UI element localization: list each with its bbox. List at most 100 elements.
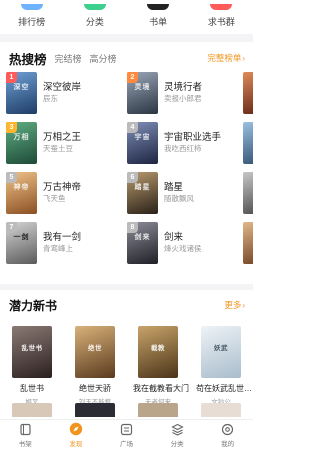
book-title: 苟在妖武乱世… bbox=[196, 384, 252, 393]
book-author: 飞天鱼 bbox=[43, 194, 66, 203]
cover-text: 乱世书 bbox=[21, 345, 43, 352]
book-cover[interactable] bbox=[138, 403, 178, 417]
book-author: 我吃西红柿 bbox=[164, 144, 202, 153]
category-tab-icon bbox=[170, 422, 184, 436]
potential-header: 潜力新书 更多› bbox=[9, 297, 245, 313]
quick-nav-booklist[interactable]: 书单 bbox=[130, 4, 186, 28]
book-author: 天蚕土豆 bbox=[43, 144, 73, 153]
rank-item[interactable]: 剑来 8 剑来 烽火戏诸侯 bbox=[127, 222, 247, 268]
quick-nav-ranking[interactable]: 排行榜 bbox=[4, 4, 60, 28]
full-ranking-label: 完整榜单 bbox=[207, 53, 242, 63]
next-column-cover[interactable] bbox=[243, 172, 253, 214]
profile-icon bbox=[221, 422, 235, 436]
cover-text: 神帝 bbox=[13, 184, 30, 191]
group-icon bbox=[210, 4, 233, 10]
potential-title: 潜力新书 bbox=[9, 298, 58, 313]
tab-bookshelf[interactable]: 书架 bbox=[5, 422, 45, 448]
cover-text: 一剑 bbox=[13, 234, 30, 241]
rank-badge: 6 bbox=[127, 172, 138, 183]
hot-search-section: 热搜榜 完结榜 高分榜 完整榜单› 深空 1 深空彼岸 辰东 万相 3 万相之王… bbox=[0, 42, 253, 284]
rank-item[interactable]: 万相 3 万相之王 天蚕土豆 bbox=[6, 122, 126, 168]
hot-search-title: 热搜榜 bbox=[9, 52, 47, 67]
tab-label: 分类 bbox=[170, 441, 184, 448]
more-link[interactable]: 更多› bbox=[224, 299, 245, 311]
cover-text: 截教 bbox=[151, 345, 165, 352]
book-cover: 神帝 5 bbox=[6, 172, 37, 214]
bookshelf-icon bbox=[18, 422, 32, 436]
rank-badge: 2 bbox=[127, 72, 138, 83]
cover-text: 绝世 bbox=[88, 345, 102, 352]
book-cover: 踏星 6 bbox=[127, 172, 158, 214]
cover-text: 宇宙 bbox=[134, 134, 151, 141]
full-ranking-link[interactable]: 完整榜单› bbox=[207, 52, 245, 64]
book-title: 乱世书 bbox=[20, 384, 44, 393]
book-cover: 万相 3 bbox=[6, 122, 37, 164]
tab-high-score-ranking[interactable]: 高分榜 bbox=[90, 52, 117, 65]
quick-nav-category[interactable]: 分类 bbox=[67, 4, 123, 28]
rank-badge: 7 bbox=[6, 222, 17, 233]
next-column-cover[interactable] bbox=[243, 222, 253, 264]
book-cover: 剑来 8 bbox=[127, 222, 158, 264]
quick-nav-group[interactable]: 求书群 bbox=[193, 4, 249, 28]
rank-item[interactable]: 踏星 6 踏星 随散飘风 bbox=[127, 172, 247, 218]
next-column-cover[interactable] bbox=[243, 72, 253, 114]
tab-profile[interactable]: 我的 bbox=[208, 422, 248, 448]
potential-book-row: 乱世书 乱世书 姬叉 绝世 绝世天骄 刘玉不能惹 截教 我在截教看大门 无者何来… bbox=[0, 326, 253, 406]
book-cover[interactable] bbox=[12, 403, 52, 417]
book-cover: 宇宙 4 bbox=[127, 122, 158, 164]
book-title: 深空彼岸 bbox=[43, 82, 82, 93]
tab-label: 我的 bbox=[221, 441, 235, 448]
rank-item[interactable]: 一剑 7 我有一剑 青鸾峰上 bbox=[6, 222, 126, 268]
section-divider bbox=[0, 34, 253, 42]
quick-nav-label: 书单 bbox=[149, 17, 168, 27]
tab-discover[interactable]: 发现 bbox=[56, 422, 96, 448]
chevron-right-icon: › bbox=[242, 301, 245, 310]
book-title: 我有一剑 bbox=[43, 232, 82, 243]
tab-category[interactable]: 分类 bbox=[157, 422, 197, 448]
book-cover: 乱世书 bbox=[12, 326, 52, 378]
tab-finished-ranking[interactable]: 完结榜 bbox=[55, 52, 82, 65]
book-author: 辰东 bbox=[43, 94, 58, 103]
tab-label: 发现 bbox=[69, 441, 83, 448]
cover-text: 灵境 bbox=[134, 84, 151, 91]
book-cover: 一剑 7 bbox=[6, 222, 37, 264]
rank-item[interactable]: 深空 1 深空彼岸 辰东 bbox=[6, 72, 126, 118]
book-title: 我在截教看大门 bbox=[133, 384, 189, 393]
cover-text: 妖武 bbox=[214, 345, 228, 352]
cover-text: 深空 bbox=[13, 84, 30, 91]
next-column-cover[interactable] bbox=[243, 122, 253, 164]
book-title: 万相之王 bbox=[43, 132, 82, 143]
potential-new-books-section: 潜力新书 更多› 乱世书 乱世书 姬叉 绝世 绝世天骄 刘玉不能惹 截教 我在截… bbox=[0, 290, 253, 420]
book-title: 踏星 bbox=[164, 182, 184, 193]
tab-label: 广场 bbox=[119, 441, 133, 448]
book-card[interactable]: 妖武 苟在妖武乱世… 文钞公 bbox=[196, 326, 252, 406]
book-card[interactable]: 乱世书 乱世书 姬叉 bbox=[7, 326, 57, 406]
rank-badge: 4 bbox=[127, 122, 138, 133]
chevron-right-icon: › bbox=[242, 54, 245, 63]
book-cover[interactable] bbox=[201, 403, 241, 417]
rank-item[interactable]: 灵境 2 灵境行者 卖报小郎君 bbox=[127, 72, 247, 118]
rank-badge: 8 bbox=[127, 222, 138, 233]
rank-badge: 3 bbox=[6, 122, 17, 133]
book-author: 随散飘风 bbox=[164, 194, 194, 203]
category-icon bbox=[83, 4, 106, 10]
book-title: 灵境行者 bbox=[164, 82, 203, 93]
book-title: 绝世天骄 bbox=[79, 384, 111, 393]
cover-text: 万相 bbox=[13, 134, 30, 141]
rank-item[interactable]: 宇宙 4 宇宙职业选手 我吃西红柿 bbox=[127, 122, 247, 168]
rank-item[interactable]: 神帝 5 万古神帝 飞天鱼 bbox=[6, 172, 126, 218]
book-cover: 深空 1 bbox=[6, 72, 37, 114]
book-cover: 妖武 bbox=[201, 326, 241, 378]
rank-badge: 5 bbox=[6, 172, 17, 183]
more-label: 更多 bbox=[224, 300, 242, 310]
quick-nav-label: 分类 bbox=[85, 17, 104, 27]
discover-icon bbox=[69, 422, 83, 436]
booklist-icon bbox=[147, 4, 170, 10]
hot-search-header: 热搜榜 完结榜 高分榜 完整榜单› bbox=[9, 50, 245, 67]
book-card[interactable]: 绝世 绝世天骄 刘玉不能惹 bbox=[70, 326, 120, 406]
book-card[interactable]: 截教 我在截教看大门 无者何来 bbox=[133, 326, 189, 406]
tab-square[interactable]: 广场 bbox=[106, 422, 146, 448]
book-cover: 截教 bbox=[138, 326, 178, 378]
book-cover[interactable] bbox=[75, 403, 115, 417]
book-title: 万古神帝 bbox=[43, 182, 82, 193]
